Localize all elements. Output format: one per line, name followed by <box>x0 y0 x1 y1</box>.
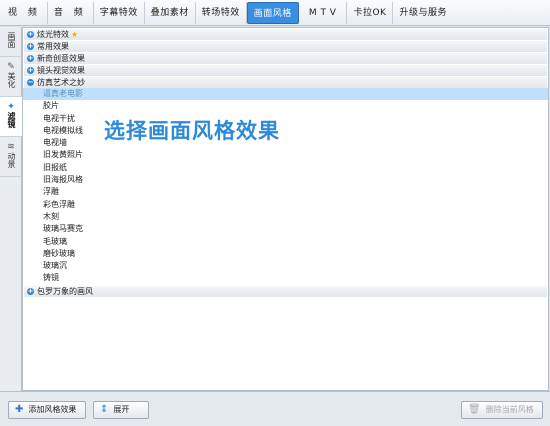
effects-tree-panel: + 炫光特效 ★ + 常用效果 + 新奇创意效果 + 镜头视觉效果 − 仿真艺术… <box>22 27 549 391</box>
category-label: 新奇创意效果 <box>37 54 85 63</box>
effect-item[interactable]: 浮雕 <box>23 186 548 198</box>
expand-icon[interactable]: + <box>27 55 34 62</box>
tab-audio[interactable]: 音 频 <box>48 1 94 24</box>
expand-icon: ⇕ <box>100 404 109 415</box>
effect-item[interactable]: 玻璃沉 <box>23 260 548 272</box>
tab-mtv[interactable]: M T V <box>299 1 348 24</box>
effect-item[interactable]: 旧发黄照片 <box>23 149 548 161</box>
side-nav-label: 美化 <box>7 72 16 88</box>
trash-icon: 🗑 <box>468 404 481 415</box>
tab-overlay-material[interactable]: 叠加素材 <box>145 1 196 24</box>
category-label: 常用效果 <box>37 42 69 51</box>
top-tab-bar: 视 频 音 频 字幕特效 叠加素材 转场特效 画面风格 M T V 卡拉OK 升… <box>0 0 550 26</box>
expand-label: 展开 <box>113 405 130 414</box>
filter-wand-icon: ✦ <box>7 102 15 112</box>
category-label: 仿真艺术之妙 <box>37 78 85 87</box>
effect-item[interactable]: 毛玻璃 <box>23 236 548 248</box>
category-row[interactable]: − 仿真艺术之妙 <box>24 77 547 88</box>
effect-item[interactable]: 磨砂玻璃 <box>23 248 548 260</box>
side-nav-filter[interactable]: ✦ 滤镜 <box>0 97 22 137</box>
effect-item[interactable]: 电视模拟线 <box>23 125 548 137</box>
category-label: 镜头视觉效果 <box>37 66 85 75</box>
wave-icon: ≋ <box>7 142 15 152</box>
delete-current-style-button[interactable]: 🗑 删除当前风格 <box>461 401 543 419</box>
side-nav-label: 动景 <box>7 152 16 168</box>
side-nav-picture[interactable]: 画面 <box>0 27 22 57</box>
expand-icon[interactable]: + <box>27 31 34 38</box>
effect-item[interactable]: 电视干扰 <box>23 113 548 125</box>
add-style-effect-button[interactable]: ✚ 添加风格效果 <box>8 401 86 419</box>
side-nav-label: 画面 <box>7 32 16 48</box>
tab-picture-style[interactable]: 画面风格 <box>246 1 299 24</box>
star-icon: ★ <box>71 30 79 39</box>
tab-video[interactable]: 视 频 <box>2 1 48 24</box>
category-row[interactable]: + 新奇创意效果 <box>24 53 547 64</box>
effect-item[interactable]: 玻璃马赛克 <box>23 223 548 235</box>
effect-item[interactable]: 旧海报风格 <box>23 174 548 186</box>
category-label: 包罗万象的画风 <box>37 286 93 296</box>
tab-karaoke[interactable]: 卡拉OK <box>347 1 394 24</box>
category-label: 炫光特效 <box>37 30 69 39</box>
category-row[interactable]: + 镜头视觉效果 <box>24 65 547 76</box>
side-nav-motion-scene[interactable]: ≋ 动景 <box>0 137 22 177</box>
magic-wand-icon: ✎ <box>7 62 15 72</box>
bottom-toolbar: ✚ 添加风格效果 ⇕ 展开 🗑 删除当前风格 <box>0 391 550 426</box>
expand-icon[interactable]: + <box>27 287 34 295</box>
effect-item[interactable]: 胶片 <box>23 100 548 112</box>
effect-item[interactable]: 木刻 <box>23 211 548 223</box>
tab-transition-effects[interactable]: 转场特效 <box>196 1 247 24</box>
expand-icon[interactable]: + <box>27 43 34 50</box>
effect-item[interactable]: 逼真老电影 <box>23 88 548 101</box>
tab-upgrade-service[interactable]: 升级与服务 <box>393 2 453 24</box>
tab-subtitle-effects[interactable]: 字幕特效 <box>94 1 145 24</box>
overlay-caption: 选择画面风格效果 <box>104 119 280 143</box>
category-row[interactable]: + 常用效果 <box>24 41 547 52</box>
effect-item[interactable]: 电视墙 <box>23 137 548 149</box>
add-effect-icon: ✚ <box>15 404 24 415</box>
effect-item[interactable]: 铸镜 <box>23 272 548 284</box>
expand-button[interactable]: ⇕ 展开 <box>93 401 149 419</box>
delete-current-style-label: 删除当前风格 <box>485 405 534 414</box>
category-row[interactable]: + 包罗万象的画风 <box>24 285 547 297</box>
category-row[interactable]: + 炫光特效 ★ <box>24 29 547 40</box>
effect-item[interactable]: 旧报纸 <box>23 162 548 174</box>
effect-item[interactable]: 彩色浮雕 <box>23 199 548 211</box>
collapse-icon[interactable]: − <box>27 79 34 86</box>
side-nav-label: 滤镜 <box>7 112 16 128</box>
expand-icon[interactable]: + <box>27 67 34 74</box>
side-nav-beautify[interactable]: ✎ 美化 <box>0 57 22 97</box>
side-nav: 画面 ✎ 美化 ✦ 滤镜 ≋ 动景 <box>0 27 22 391</box>
add-style-effect-label: 添加风格效果 <box>28 405 77 414</box>
